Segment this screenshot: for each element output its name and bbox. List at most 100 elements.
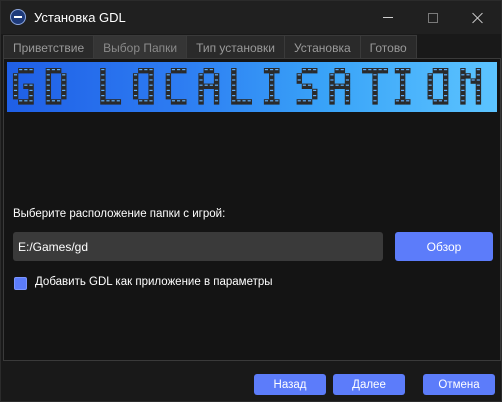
- cancel-button[interactable]: Отмена: [423, 374, 495, 395]
- logo-pixel-highlight: [166, 84, 170, 86]
- logo-pixel-highlight: [199, 95, 203, 97]
- logo-pixel: [143, 99, 149, 105]
- logo-pixel-highlight: [51, 69, 56, 71]
- logo-pixel-highlight: [444, 69, 448, 71]
- folder-select-label: Выберите расположение папки с игрой:: [13, 208, 226, 220]
- logo-pixel-highlight: [46, 95, 50, 97]
- logo-pixel: [301, 68, 308, 74]
- logo-pixel-highlight: [433, 69, 437, 71]
- logo-pixel-highlight: [476, 84, 480, 86]
- logo-pixel-highlight: [133, 84, 138, 86]
- logo-pixel-highlight: [383, 69, 387, 71]
- logo-pixel: [443, 94, 449, 100]
- logo-pixel: [475, 94, 482, 100]
- logo-pixel-highlight: [330, 89, 334, 91]
- logo-pixel-highlight: [345, 100, 349, 102]
- logo-pixel-highlight: [214, 84, 219, 86]
- logo-pixel-highlight: [149, 100, 153, 102]
- logo-pixel: [132, 73, 139, 79]
- logo-pixel: [100, 83, 106, 89]
- logo-pixel: [432, 68, 439, 74]
- logo-pixel: [269, 68, 275, 74]
- logo-pixel: [176, 68, 182, 74]
- logo-pixel: [148, 73, 154, 79]
- logo-pixel-highlight: [461, 84, 465, 86]
- logo-pixel-highlight: [476, 74, 480, 76]
- logo-pixel: [329, 94, 335, 100]
- logo-pixel: [231, 99, 237, 105]
- logo-pixel-highlight: [111, 100, 115, 102]
- logo-pixel-highlight: [247, 100, 251, 102]
- tab-done[interactable]: Готово: [359, 35, 417, 59]
- logo-pixel: [475, 68, 482, 74]
- logo-pixel: [231, 88, 237, 95]
- logo-pixel-highlight: [302, 69, 306, 71]
- maximize-button[interactable]: [410, 1, 455, 34]
- logo-pixel: [443, 78, 449, 84]
- logo-pixel: [339, 68, 346, 74]
- logo-pixel: [399, 68, 406, 74]
- logo-pixel-highlight: [476, 100, 480, 102]
- logo-pixel: [399, 99, 406, 105]
- logo-pixel: [231, 83, 237, 89]
- logo-pixel-highlight: [373, 74, 377, 76]
- logo-pixel: [301, 99, 308, 105]
- minimize-button[interactable]: [365, 1, 410, 34]
- title-bar[interactable]: Установка GDL: [1, 1, 501, 34]
- logo-pixel: [269, 99, 275, 105]
- logo-pixel: [443, 83, 449, 89]
- logo-pixel: [165, 73, 172, 79]
- tab-folder-select[interactable]: Выбор Папки: [93, 35, 188, 59]
- logo-pixel-highlight: [368, 69, 372, 71]
- browse-button[interactable]: Обзор: [395, 232, 493, 261]
- logo-pixel-highlight: [182, 69, 186, 71]
- logo-pixel: [296, 99, 302, 105]
- logo-pixel-highlight: [275, 100, 279, 102]
- logo-pixel-highlight: [428, 89, 432, 91]
- next-button[interactable]: Далее: [333, 374, 405, 395]
- logo-pixel-highlight: [24, 100, 28, 102]
- logo-pixel-highlight: [232, 89, 236, 91]
- logo-pixel-highlight: [182, 100, 186, 102]
- wizard-tabs: Приветствие Выбор Папки Тип установки Ус…: [3, 35, 417, 59]
- gd-localisation-banner: [7, 62, 497, 112]
- logo-pixel: [18, 99, 24, 105]
- logo-pixel: [460, 73, 466, 79]
- tab-welcome[interactable]: Приветствие: [3, 35, 95, 59]
- logo-pixel-highlight: [232, 74, 236, 76]
- logo-pixel: [132, 78, 139, 84]
- tab-installation[interactable]: Установка: [283, 35, 361, 59]
- logo-pixel: [213, 83, 220, 89]
- logo-pixel: [170, 68, 177, 74]
- logo-pixel-highlight: [56, 69, 61, 71]
- logo-pixel-highlight: [476, 95, 480, 97]
- logo-pixel: [372, 68, 378, 74]
- logo-pixel: [45, 68, 52, 74]
- logo-pixel: [382, 68, 389, 74]
- logo-pixel: [427, 73, 433, 79]
- logo-pixel-highlight: [345, 79, 349, 81]
- tab-install-type[interactable]: Тип установки: [186, 35, 285, 59]
- logo-pixel: [23, 68, 29, 74]
- logo-pixel-highlight: [313, 89, 317, 91]
- logo-pixel: [50, 99, 57, 105]
- add-as-app-checkbox[interactable]: [14, 277, 27, 290]
- logo-pixel-highlight: [330, 74, 334, 76]
- close-icon: [472, 12, 484, 24]
- logo-pixel: [12, 73, 19, 79]
- logo-pixel: [269, 94, 275, 100]
- logo-pixel-highlight: [19, 69, 23, 71]
- close-button[interactable]: [455, 1, 500, 34]
- logo-pixel: [344, 78, 351, 84]
- game-path-input[interactable]: [13, 232, 383, 261]
- logo-pixel-highlight: [363, 69, 367, 71]
- logo-pixel: [208, 68, 215, 74]
- logo-pixel: [394, 68, 401, 74]
- logo-pixel-highlight: [204, 84, 208, 86]
- logo-pixel: [28, 99, 34, 105]
- logo-pixel-highlight: [116, 100, 120, 102]
- logo-pixel: [213, 94, 220, 100]
- logo-pixel-highlight: [400, 89, 405, 91]
- logo-pixel-highlight: [302, 84, 306, 86]
- back-button[interactable]: Назад: [254, 374, 326, 395]
